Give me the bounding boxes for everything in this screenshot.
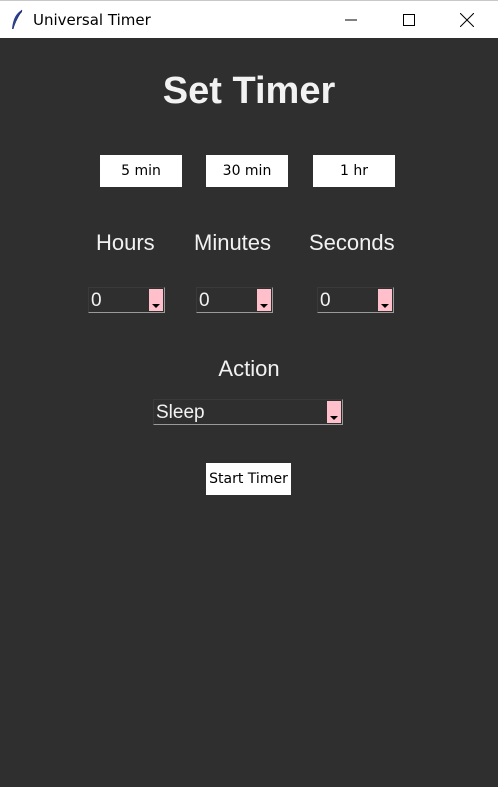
action-label: Action <box>218 356 280 381</box>
maximize-icon <box>403 13 415 26</box>
action-value: Sleep <box>156 402 205 423</box>
minutes-value: 0 <box>199 290 210 311</box>
preset-5-min-button[interactable]: 5 min <box>100 155 182 187</box>
minimize-button[interactable] <box>328 1 374 38</box>
window-title: Universal Timer <box>33 11 151 29</box>
minutes-label: Minutes <box>194 230 272 255</box>
minutes-dropdown[interactable]: 0 <box>196 287 273 313</box>
feather-icon <box>12 9 23 30</box>
action-dropdown[interactable]: Sleep <box>153 399 343 425</box>
app-window: Universal Timer Set Timer 5 min 30 min 1… <box>0 0 498 787</box>
preset-30-min-button[interactable]: 30 min <box>206 155 288 187</box>
chevron-down-icon[interactable] <box>149 289 163 311</box>
hours-value: 0 <box>91 290 102 311</box>
chevron-down-icon[interactable] <box>378 289 392 311</box>
title-bar: Universal Timer <box>0 0 498 38</box>
close-icon <box>460 12 474 27</box>
minimize-icon <box>345 19 357 20</box>
maximize-button[interactable] <box>386 1 432 38</box>
hours-dropdown[interactable]: 0 <box>88 287 165 313</box>
chevron-down-icon[interactable] <box>257 289 271 311</box>
seconds-dropdown[interactable]: 0 <box>317 287 394 313</box>
chevron-down-icon[interactable] <box>327 401 341 423</box>
seconds-label: Seconds <box>309 230 395 255</box>
seconds-value: 0 <box>320 290 331 311</box>
preset-1-hr-button[interactable]: 1 hr <box>313 155 395 187</box>
close-button[interactable] <box>444 1 490 38</box>
page-title: Set Timer <box>162 70 336 112</box>
hours-label: Hours <box>96 230 155 255</box>
start-timer-button[interactable]: Start Timer <box>206 463 291 495</box>
